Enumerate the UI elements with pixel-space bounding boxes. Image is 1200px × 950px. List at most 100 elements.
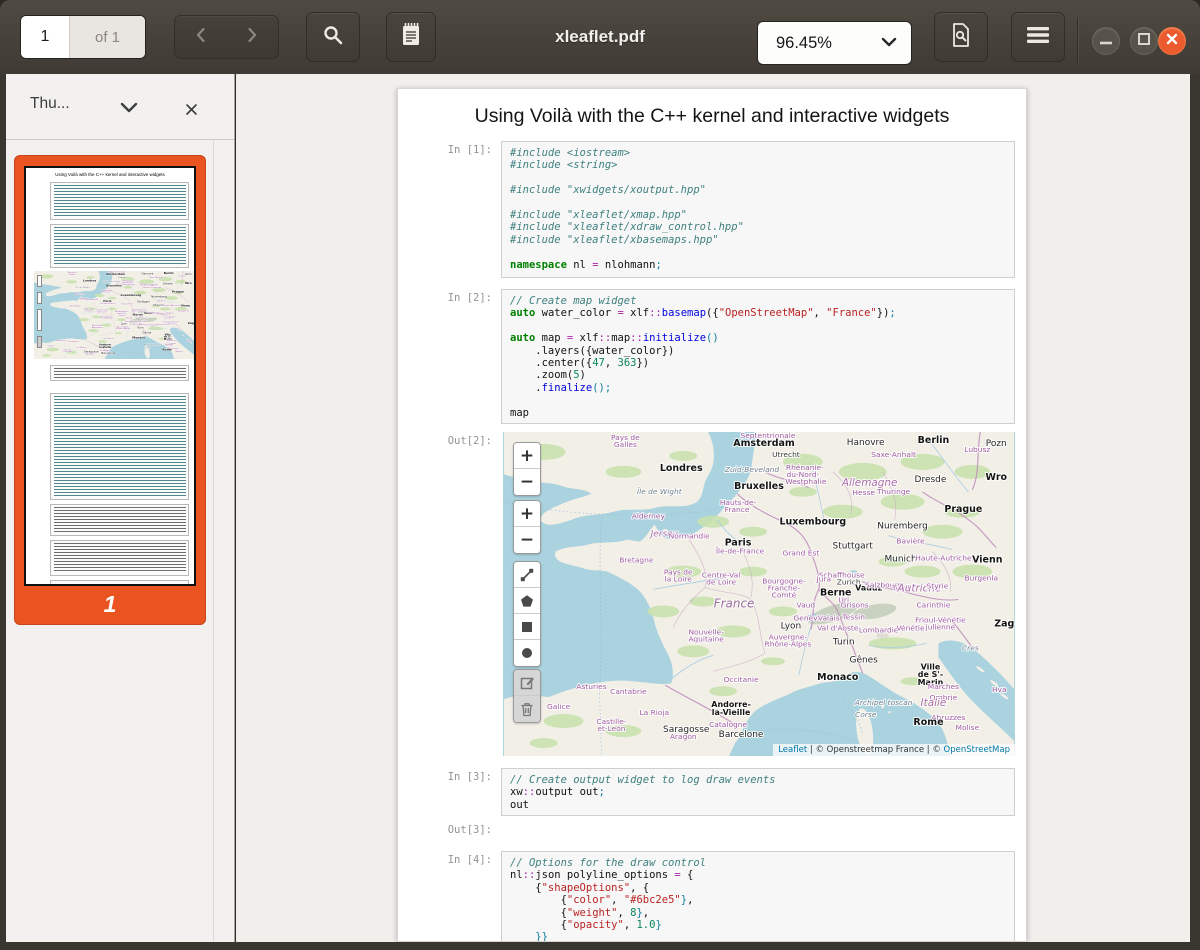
- edit-layers-button[interactable]: [514, 670, 540, 696]
- code-line: [510, 394, 1006, 406]
- code-line: namespace nl = nlohmann;: [510, 259, 1006, 271]
- close-icon: [1166, 32, 1178, 50]
- code-line: xw::output out;: [510, 786, 1006, 798]
- code-line: auto map = xlf::map::initialize(): [510, 332, 1006, 344]
- document-tools-icon: [950, 22, 972, 53]
- sidebar-header: Thu...: [6, 74, 234, 140]
- map-canvas[interactable]: [503, 432, 1015, 756]
- code-line: [510, 320, 1006, 332]
- code-line: {"color", "#6bc2e5"},: [510, 894, 1006, 906]
- code-line: auto water_color = xlf::basemap({"OpenSt…: [510, 307, 1006, 319]
- trash-icon: [520, 702, 534, 717]
- draw-rectangle-button[interactable]: [514, 614, 540, 640]
- map-attribution: Leaflet | © Openstreetmap France | © Ope…: [773, 744, 1015, 756]
- map-zoom-control-1: + −: [513, 442, 541, 496]
- search-button[interactable]: [306, 12, 360, 62]
- cell-prompt: In [1]:: [428, 144, 492, 156]
- leaflet-map[interactable]: + − + −: [503, 432, 1015, 756]
- map-draw-toolbar: [513, 561, 541, 667]
- zoom-out-button[interactable]: −: [514, 469, 540, 495]
- zoom-level-dropdown[interactable]: 96.45%: [757, 21, 912, 65]
- openstreetmap-link[interactable]: OpenStreetMap: [944, 745, 1010, 755]
- zoom-level-value: 96.45%: [776, 34, 881, 53]
- code-line: map: [510, 407, 1006, 419]
- code-cell: // Create map widgetauto water_color = x…: [501, 289, 1015, 424]
- notes-button[interactable]: [386, 12, 436, 62]
- hamburger-icon: [1027, 26, 1049, 49]
- code-line: out: [510, 799, 1006, 811]
- code-line: {"opacity", 1.0}: [510, 919, 1006, 931]
- code-line: #include "xleaflet/xmap.hpp": [510, 209, 1006, 221]
- minimize-button[interactable]: [1092, 27, 1120, 55]
- chevron-left-icon: [193, 26, 209, 49]
- cell-prompt: Out[3]:: [428, 824, 492, 836]
- code-line: .zoom(5): [510, 369, 1006, 381]
- code-line: #include "xleaflet/xdraw_control.hpp": [510, 221, 1006, 233]
- page-thumbnail[interactable]: Using Voilà with the C++ kernel and inte…: [14, 155, 206, 625]
- edit-icon: [520, 675, 535, 690]
- cell-prompt: In [3]:: [428, 771, 492, 783]
- polygon-icon: [520, 594, 534, 608]
- code-line: }}: [510, 931, 1006, 942]
- minimize-icon: [1100, 32, 1112, 50]
- maximize-button[interactable]: [1130, 27, 1158, 55]
- code-line: #include <string>: [510, 159, 1006, 171]
- cell-prompt: In [2]:: [428, 292, 492, 304]
- code-line: #include "xwidgets/xoutput.hpp": [510, 184, 1006, 196]
- draw-polyline-button[interactable]: [514, 562, 540, 588]
- draw-polygon-button[interactable]: [514, 588, 540, 614]
- search-icon: [321, 23, 345, 52]
- sidebar-scrollbar-gutter[interactable]: [213, 140, 214, 942]
- sidebar-mode-chevron-down-icon[interactable]: [120, 100, 138, 118]
- code-line: .center({47, 363}): [510, 357, 1006, 369]
- leaflet-link[interactable]: Leaflet: [778, 745, 807, 755]
- next-page-button[interactable]: [227, 16, 279, 58]
- map-edit-toolbar: [513, 669, 541, 723]
- code-line: [510, 172, 1006, 184]
- pdf-page: Using Voilà with the C++ kernel and inte…: [397, 88, 1027, 942]
- page-number-widget[interactable]: 1 of 1: [20, 15, 146, 59]
- chevron-down-icon: [881, 34, 897, 52]
- window-title: xleaflet.pdf: [450, 0, 750, 74]
- page-number-input[interactable]: 1: [21, 16, 70, 58]
- sidebar-mode-label[interactable]: Thu...: [30, 95, 70, 113]
- code-line: [510, 246, 1006, 258]
- thumbnail-map-preview: [34, 271, 194, 359]
- code-line: // Create map widget: [510, 295, 1006, 307]
- attribution-text: | © Openstreetmap France | ©: [807, 745, 943, 755]
- thumbnail-page-number: 1: [15, 591, 205, 618]
- code-line: .finalize();: [510, 382, 1006, 394]
- previous-page-button[interactable]: [175, 16, 227, 58]
- close-icon: [185, 103, 198, 116]
- map-zoom-control-2: + −: [513, 500, 541, 554]
- page-navigation-group: [174, 15, 279, 59]
- code-line: .layers({water_color}): [510, 345, 1006, 357]
- code-line: nl::json polyline_options = {: [510, 869, 1006, 881]
- sidebar-close-button[interactable]: [178, 96, 204, 122]
- window-frame-bottom: [0, 942, 1200, 950]
- window-frame-right: [1190, 74, 1200, 950]
- zoom-in-button[interactable]: +: [514, 443, 540, 469]
- code-line: {"weight", 8},: [510, 907, 1006, 919]
- delete-layers-button[interactable]: [514, 696, 540, 722]
- menu-button[interactable]: [1011, 12, 1065, 62]
- page-total-label: of 1: [70, 16, 145, 58]
- code-line: [510, 197, 1006, 209]
- rectangle-icon: [521, 621, 533, 633]
- sidebar: Thu... Using Voilà with the C++ kernel a…: [6, 74, 235, 942]
- close-button[interactable]: [1158, 27, 1186, 55]
- cell-prompt: In [4]:: [428, 854, 492, 866]
- notebook-title: Using Voilà with the C++ kernel and inte…: [398, 105, 1026, 128]
- thumbnail-page-preview: Using Voilà with the C++ kernel and inte…: [24, 166, 196, 586]
- chevron-right-icon: [244, 26, 260, 49]
- document-view-area[interactable]: Using Voilà with the C++ kernel and inte…: [236, 74, 1190, 942]
- zoom-out-button[interactable]: −: [514, 527, 540, 553]
- draw-circle-button[interactable]: [514, 640, 540, 666]
- titlebar-separator: [1077, 18, 1078, 64]
- zoom-in-button[interactable]: +: [514, 501, 540, 527]
- thumbnail-title-text: Using Voilà with the C++ kernel and inte…: [30, 172, 190, 177]
- code-line: // Create output widget to log draw even…: [510, 774, 1006, 786]
- code-cell: // Create output widget to log draw even…: [501, 768, 1015, 816]
- document-properties-button[interactable]: [934, 12, 988, 62]
- circle-icon: [521, 647, 533, 659]
